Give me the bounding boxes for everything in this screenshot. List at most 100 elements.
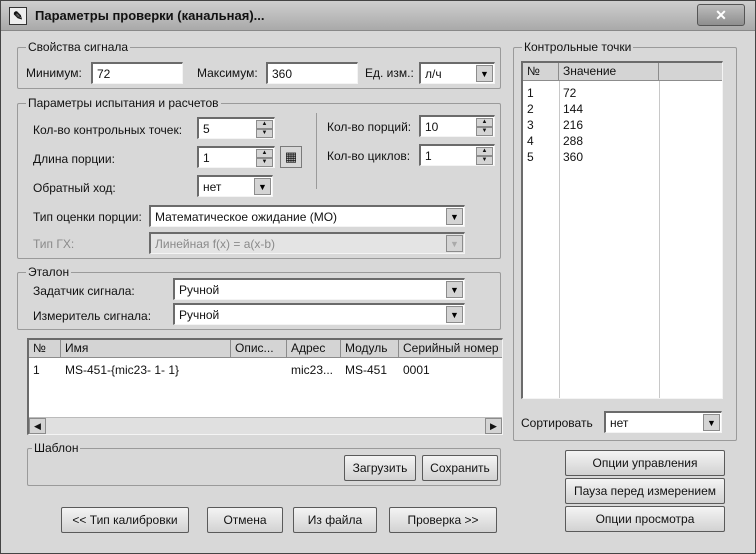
table-cell: 360 <box>563 150 584 164</box>
portion-length-stepper[interactable]: 1 ▲ ▼ <box>197 146 275 168</box>
control-points-legend: Контрольные точки <box>522 40 634 54</box>
spin-arrows-icon[interactable]: ▲ ▼ <box>476 147 493 165</box>
portions-count-stepper[interactable]: 10 ▲ ▼ <box>419 115 495 137</box>
column-divider <box>659 81 660 398</box>
cancel-button[interactable]: Отмена <box>207 507 283 533</box>
control-options-button[interactable]: Опции управления <box>565 450 725 476</box>
estimate-type-dropdown[interactable]: Математическое ожидание (МО) ▼ <box>149 205 465 227</box>
chevron-down-icon[interactable]: ▼ <box>476 65 493 82</box>
table-cell: 3 <box>527 118 534 132</box>
test-params-legend: Параметры испытания и расчетов <box>26 96 221 110</box>
unit-dropdown[interactable]: л/ч ▼ <box>419 62 495 84</box>
title-bar[interactable]: ✎ Параметры проверки (канальная)... ✕ <box>1 1 755 31</box>
chevron-down-icon[interactable]: ▼ <box>446 306 463 323</box>
table-cell <box>231 362 287 378</box>
cycles-count-value: 1 <box>425 149 432 163</box>
column-divider <box>559 81 560 398</box>
column-header[interactable]: Серийный номер <box>399 340 502 358</box>
load-button[interactable]: Загрузить <box>344 455 416 481</box>
sort-label: Сортировать <box>521 416 593 430</box>
table-cell: MS-451 <box>345 363 388 377</box>
portions-count-label: Кол-во порций: <box>327 120 412 134</box>
column-header <box>659 63 722 81</box>
signal-setter-value: Ручной <box>179 283 220 297</box>
gh-type-value: Линейная f(x) = a(x-b) <box>155 237 276 251</box>
spin-arrows-icon[interactable]: ▲ ▼ <box>256 149 273 167</box>
table-cell: 2 <box>527 102 534 116</box>
column-header[interactable]: Опис... <box>231 340 287 358</box>
minimum-label: Минимум: <box>26 66 82 80</box>
cycles-count-stepper[interactable]: 1 ▲ ▼ <box>419 144 495 166</box>
dialog-window: ✎ Параметры проверки (канальная)... ✕ Св… <box>0 0 756 554</box>
unit-value: л/ч <box>425 67 442 81</box>
close-button[interactable]: ✕ <box>697 4 745 26</box>
view-options-button[interactable]: Опции просмотра <box>565 506 725 532</box>
reverse-dropdown[interactable]: нет ▼ <box>197 175 273 197</box>
sort-dropdown[interactable]: нет ▼ <box>604 411 722 433</box>
chevron-down-icon[interactable]: ▼ <box>703 414 720 431</box>
table-editor-icon[interactable]: ▦ <box>280 146 302 168</box>
save-button[interactable]: Сохранить <box>422 455 498 481</box>
close-icon: ✕ <box>715 7 727 23</box>
table-row[interactable]: 1 MS-451-{mic23- 1- 1} mic23... MS-451 0… <box>29 362 502 378</box>
signal-meter-value: Ручной <box>179 308 220 322</box>
signal-meter-label: Измеритель сигнала: <box>33 309 152 323</box>
table-row[interactable]: 5 360 <box>523 149 659 165</box>
signal-setter-label: Задатчик сигнала: <box>33 284 135 298</box>
gh-type-label: Тип ГХ: <box>33 237 75 251</box>
chevron-down-icon[interactable]: ▼ <box>446 208 463 225</box>
table-cell: 1 <box>527 86 534 100</box>
unit-label: Ед. изм.: <box>365 66 414 80</box>
table-cell: 4 <box>527 134 534 148</box>
scroll-left-icon[interactable]: ◀ <box>29 418 46 434</box>
table-cell: MS-451-{mic23- 1- 1} <box>65 363 180 377</box>
chevron-down-icon: ▼ <box>446 235 463 252</box>
chevron-down-icon[interactable]: ▼ <box>446 281 463 298</box>
minimum-input[interactable]: 72 <box>91 62 183 84</box>
table-cell: 0001 <box>403 363 430 377</box>
devices-table-header: № Имя Опис... Адрес Модуль Серийный номе… <box>29 340 502 358</box>
estimate-type-value: Математическое ожидание (МО) <box>155 210 338 224</box>
scroll-right-icon[interactable]: ▶ <box>485 418 502 434</box>
reverse-label: Обратный ход: <box>33 181 116 195</box>
table-row[interactable]: 4 288 <box>523 133 659 149</box>
etalon-legend: Эталон <box>26 265 72 279</box>
signal-setter-dropdown[interactable]: Ручной ▼ <box>173 278 465 300</box>
table-row[interactable]: 3 216 <box>523 117 659 133</box>
maximum-input[interactable]: 360 <box>266 62 358 84</box>
table-row[interactable]: 2 144 <box>523 101 659 117</box>
pause-before-measure-button[interactable]: Пауза перед измерением <box>565 478 725 504</box>
template-legend: Шаблон <box>32 441 81 455</box>
window-title: Параметры проверки (канальная)... <box>35 8 265 23</box>
table-row[interactable]: 1 72 <box>523 85 659 101</box>
points-count-value: 5 <box>203 122 210 136</box>
column-header[interactable]: № <box>29 340 61 358</box>
column-header[interactable]: Адрес <box>287 340 341 358</box>
calibration-type-button[interactable]: << Тип калибровки <box>61 507 189 533</box>
app-icon: ✎ <box>9 7 27 25</box>
gh-type-dropdown: Линейная f(x) = a(x-b) ▼ <box>149 232 465 254</box>
control-points-table[interactable]: № Значение 1 72 2 144 3 216 4 288 5 360 <box>521 61 723 399</box>
spin-arrows-icon[interactable]: ▲ ▼ <box>256 120 273 138</box>
horizontal-scrollbar[interactable]: ◀ ▶ <box>29 417 502 434</box>
column-header[interactable]: Значение <box>559 63 659 81</box>
sort-value: нет <box>610 416 629 430</box>
points-count-stepper[interactable]: 5 ▲ ▼ <box>197 117 275 139</box>
table-cell: 5 <box>527 150 534 164</box>
devices-table[interactable]: № Имя Опис... Адрес Модуль Серийный номе… <box>27 338 503 435</box>
maximum-label: Максимум: <box>197 66 258 80</box>
spin-arrows-icon[interactable]: ▲ ▼ <box>476 118 493 136</box>
params-separator <box>316 113 317 189</box>
signal-meter-dropdown[interactable]: Ручной ▼ <box>173 303 465 325</box>
reverse-value: нет <box>203 180 222 194</box>
from-file-button[interactable]: Из файла <box>293 507 377 533</box>
column-header[interactable]: № <box>523 63 559 81</box>
signal-properties-legend: Свойства сигнала <box>26 40 131 54</box>
column-header[interactable]: Модуль <box>341 340 399 358</box>
control-points-header: № Значение <box>523 63 722 81</box>
check-button[interactable]: Проверка >> <box>389 507 497 533</box>
table-cell: 216 <box>563 118 584 132</box>
chevron-down-icon[interactable]: ▼ <box>254 178 271 195</box>
column-header[interactable]: Имя <box>61 340 231 358</box>
points-count-label: Кол-во контрольных точек: <box>33 123 183 137</box>
